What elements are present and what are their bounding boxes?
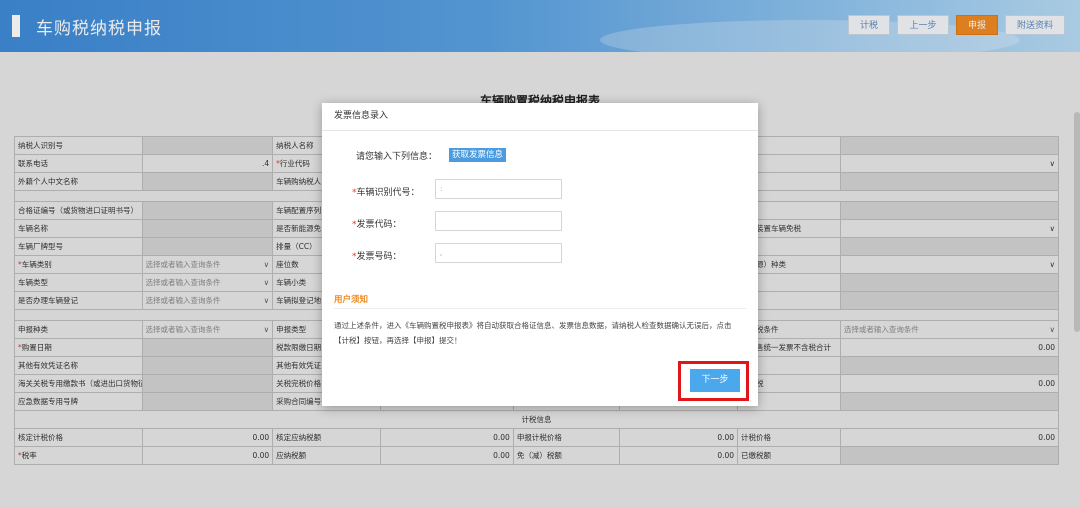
vin-label: *车辆识别代号：: [352, 188, 420, 198]
invoice-number-label-text: 发票号码：: [356, 252, 402, 262]
invoice-code-input[interactable]: [435, 211, 562, 231]
invoice-code-label: *发票代码：: [352, 220, 402, 230]
dialog-title: 发票信息录入: [322, 103, 758, 131]
vin-input[interactable]: :: [435, 179, 562, 199]
invoice-code-label-text: 发票代码：: [356, 220, 402, 230]
invoice-number-input[interactable]: ,: [435, 243, 562, 263]
vin-label-text: 车辆识别代号：: [356, 188, 420, 198]
invoice-number-label: *发票号码：: [352, 252, 402, 262]
fetch-invoice-button[interactable]: 获取发票信息: [449, 148, 507, 162]
input-prompt: 请您输入下列信息：: [356, 152, 438, 162]
notice-title: 用户须知: [334, 295, 369, 305]
next-step-highlight: [678, 361, 749, 401]
notice-text: 通过上述条件，进入《车辆购置税申报表》将自动获取合格证信息、发票信息数据，请纳税…: [334, 321, 732, 345]
notice-divider: [334, 308, 746, 309]
